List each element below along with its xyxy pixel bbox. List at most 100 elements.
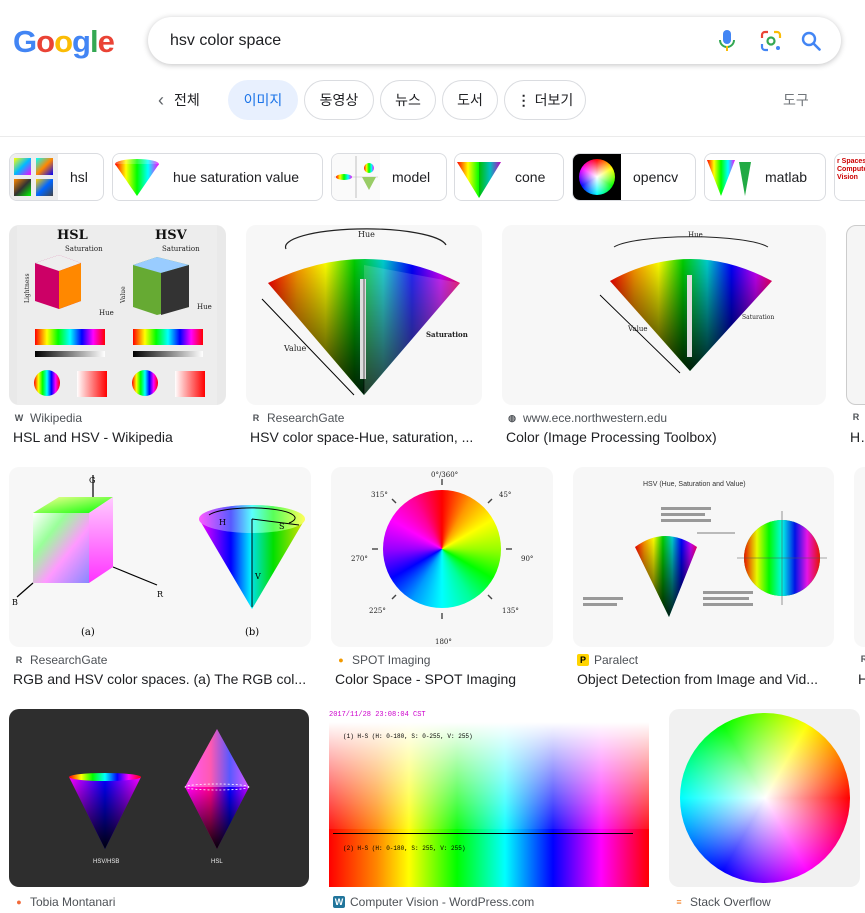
tab-more-label: 더보기 <box>534 92 574 108</box>
img-v-text: V <box>254 572 261 581</box>
tab-news-label: 뉴스 <box>395 92 421 108</box>
result-title[interactable]: HSL and HSV - Wikipedia <box>13 429 226 445</box>
img-h-text: H <box>219 518 226 527</box>
logo-letter: o <box>36 24 55 59</box>
source-label: Computer Vision - WordPress.com <box>350 895 535 909</box>
result-source[interactable]: R ResearchGate <box>250 411 345 425</box>
result-title[interactable]: Object Detection from Image and Vid... <box>577 671 829 687</box>
img-hsl-text: HSL <box>57 228 88 243</box>
result-title[interactable]: RGB and HSV color spaces. (a) The RGB co… <box>13 671 309 687</box>
chip-thumbnail: r Spaces in Computer Vision <box>835 154 865 200</box>
tab-books[interactable]: 도서 <box>442 80 498 120</box>
img-g-text: G <box>89 476 95 485</box>
result-title[interactable]: HSV color space-Hue, saturation, ... <box>250 429 480 445</box>
chip-matlab[interactable]: matlab <box>704 153 826 201</box>
search-input[interactable] <box>170 31 710 50</box>
img-deg-text: 135° <box>502 607 519 615</box>
chip-thumbnail <box>10 154 58 200</box>
img-saturation-text: Saturation <box>742 314 774 321</box>
tab-more[interactable]: ⋮ 더보기 <box>504 80 586 120</box>
result-source[interactable]: R <box>850 411 865 423</box>
chip-opencv[interactable]: opencv <box>572 153 696 201</box>
result-image[interactable]: HSL HSV Saturation Saturation Lightness … <box>9 225 226 405</box>
lens-icon[interactable] <box>758 28 784 54</box>
result-source[interactable]: ≡ Stack Overflow <box>673 895 770 909</box>
result-image[interactable]: G B R (a) H S V (b) <box>9 467 311 647</box>
mic-icon[interactable] <box>714 28 740 54</box>
tab-images-label: 이미지 <box>243 92 283 108</box>
result-image[interactable]: Hue Value Saturation <box>246 225 482 405</box>
source-label: www.ece.northwestern.edu <box>523 411 668 425</box>
more-vert-icon: ⋮ <box>516 91 531 108</box>
result-image[interactable]: Hue Value Saturation <box>502 225 826 405</box>
img-timestamp-text: 2017/11/28 23:08:04 CST <box>329 711 426 719</box>
chip-model[interactable]: model <box>331 153 447 201</box>
img-saturation-text: Saturation <box>162 245 200 253</box>
img-hue-text: Hue <box>688 231 703 239</box>
logo-letter: l <box>89 24 99 59</box>
img-hsv-text: HSV <box>155 228 188 243</box>
logo-letter: g <box>72 24 91 59</box>
result-card: HSV/HSB HSL ● Tobia Montanari <box>9 709 309 913</box>
result-card: 0°/360° 45° 90° 135° 180° 225° 270° 315°… <box>331 467 553 692</box>
result-image[interactable]: HSV (Hue, Saturation and Value) <box>573 467 834 647</box>
source-label: ResearchGate <box>30 653 108 667</box>
result-source[interactable]: ● SPOT Imaging <box>335 653 430 667</box>
tools-label: 도구 <box>783 92 809 108</box>
result-card: R HS <box>846 225 865 450</box>
source-label: Paralect <box>594 653 639 667</box>
img-deg-text: 180° <box>435 638 452 646</box>
result-source[interactable]: W Wikipedia <box>13 411 82 425</box>
wordpress-icon: W <box>333 896 345 908</box>
img-r-text: R <box>157 590 164 599</box>
chip-cone[interactable]: cone <box>454 153 564 201</box>
chip-thumbnail <box>573 154 621 200</box>
tab-videos[interactable]: 동영상 <box>304 80 374 120</box>
result-title[interactable]: Color (Image Processing Toolbox) <box>506 429 824 445</box>
img-value-text: Value <box>283 344 307 353</box>
chip-partial[interactable]: r Spaces in Computer Vision <box>834 153 865 201</box>
search-icon[interactable] <box>798 28 824 54</box>
chip-thumbnail <box>332 154 380 200</box>
google-logo[interactable]: Google <box>13 24 115 60</box>
img-saturation-text: Saturation <box>65 245 103 253</box>
result-source[interactable]: R ResearchGate <box>13 653 108 667</box>
researchgate-icon: R <box>860 654 865 664</box>
result-source[interactable]: ◍ www.ece.northwestern.edu <box>506 411 667 425</box>
img-s-text: S <box>279 522 284 531</box>
chip-hue-saturation-value[interactable]: hue saturation value <box>112 153 323 201</box>
result-source[interactable]: ● Tobia Montanari <box>13 895 115 909</box>
result-image[interactable] <box>854 467 865 647</box>
search-box <box>148 17 841 64</box>
tab-all[interactable]: ‹ 전체 <box>158 80 200 120</box>
chip-label: model <box>392 169 431 185</box>
source-label: SPOT Imaging <box>352 653 431 667</box>
result-card: ≡ Stack Overflow <box>669 709 860 913</box>
result-image[interactable]: 2017/11/28 23:08:04 CST (1) H-S (H: 0-18… <box>329 709 649 887</box>
result-source[interactable]: W Computer Vision - WordPress.com <box>333 895 534 909</box>
img-hue-text: Hue <box>99 309 114 317</box>
img-deg-text: 270° <box>351 555 368 563</box>
result-image[interactable]: HSV/HSB HSL <box>9 709 309 887</box>
chip-hsl[interactable]: hsl <box>9 153 104 201</box>
result-title[interactable]: H <box>858 671 865 687</box>
result-image[interactable]: 0°/360° 45° 90° 135° 180° 225° 270° 315° <box>331 467 553 647</box>
source-label: Wikipedia <box>30 411 83 425</box>
result-source[interactable]: P Paralect <box>577 653 638 667</box>
result-title[interactable]: Color Space - SPOT Imaging <box>335 671 551 687</box>
result-title[interactable]: HS <box>850 429 865 445</box>
result-image[interactable] <box>846 225 865 405</box>
chevron-left-icon: ‹ <box>158 89 164 110</box>
tools-button[interactable]: 도구 <box>783 80 809 120</box>
logo-letter: o <box>54 24 73 59</box>
chip-thumbnail <box>705 154 753 200</box>
img-deg-text: 90° <box>521 555 533 563</box>
tab-images[interactable]: 이미지 <box>228 80 298 120</box>
img-deg-text: 0°/360° <box>431 471 458 479</box>
img-hue-text: Hue <box>197 303 212 311</box>
result-image[interactable] <box>669 709 860 887</box>
result-source[interactable]: R <box>858 653 865 665</box>
tab-news[interactable]: 뉴스 <box>380 80 436 120</box>
img-line1-text: (1) H-S (H: 0-180, S: 0-255, V: 255) <box>343 733 473 740</box>
chip-thumbnail <box>455 154 503 200</box>
